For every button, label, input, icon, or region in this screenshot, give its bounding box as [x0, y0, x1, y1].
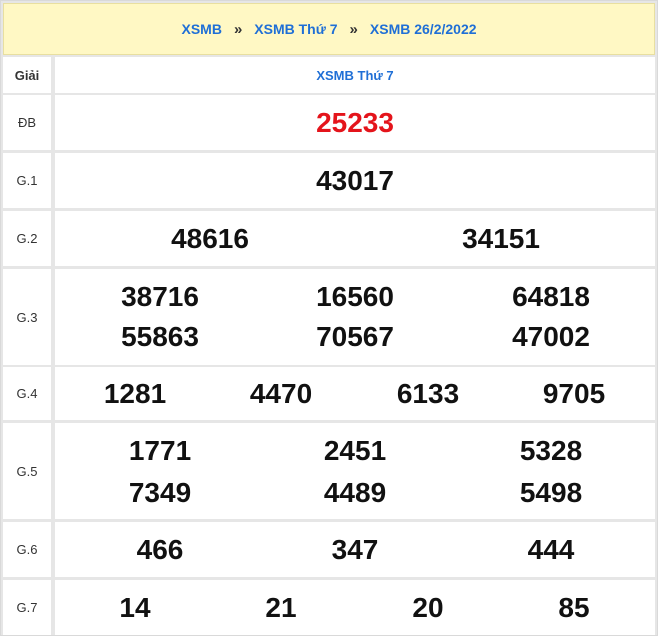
- prize-number: 4470: [249, 378, 313, 409]
- breadcrumb-link-xsmb-date[interactable]: XSMB 26/2/2022: [370, 21, 477, 37]
- prize-label-g6: G.6: [3, 522, 51, 577]
- breadcrumb-separator-icon: »: [233, 20, 243, 38]
- prize-number: 64818: [512, 281, 590, 312]
- prize-number: 14: [119, 592, 151, 623]
- prize-label-g7: G.7: [3, 580, 51, 635]
- table-header-row: Giải XSMB Thứ 7: [3, 57, 655, 93]
- prize-number: 2451: [323, 435, 387, 466]
- prize-number: 5498: [519, 477, 583, 508]
- breadcrumb-link-xsmb[interactable]: XSMB: [181, 21, 221, 37]
- prize-label-g2: G.2: [3, 211, 51, 266]
- prize-number: 16560: [316, 281, 394, 312]
- prize-label-g5: G.5: [3, 423, 51, 519]
- prize-number: 6133: [396, 378, 460, 409]
- prize-row-g2: G.2 48616 34151: [3, 211, 655, 266]
- prize-number: 444: [527, 534, 575, 565]
- prize-cell-g4: 1281 4470 6133 9705: [55, 367, 655, 420]
- prize-number-special: 25233: [316, 107, 394, 138]
- prize-number: 1281: [103, 378, 167, 409]
- prize-cell-g5: 1771 2451 5328 7349 4489 5498: [55, 423, 655, 519]
- prize-number: 48616: [171, 223, 249, 254]
- prize-row-g1: G.1 43017: [3, 153, 655, 208]
- prize-label-g1: G.1: [3, 153, 51, 208]
- prize-number: 4489: [323, 477, 387, 508]
- prize-number: 43017: [316, 165, 394, 196]
- prize-row-g5: G.5 1771 2451 5328 7349 4489 5498: [3, 423, 655, 519]
- prize-cell-g2: 48616 34151: [55, 211, 655, 266]
- prize-cell-g3: 38716 16560 64818 55863 70567 47002: [55, 269, 655, 365]
- prize-number: 5328: [519, 435, 583, 466]
- breadcrumb: XSMB » XSMB Thứ 7 » XSMB 26/2/2022: [3, 3, 655, 55]
- prize-label-g4: G.4: [3, 367, 51, 420]
- prize-cell-g7: 14 21 20 85: [55, 580, 655, 635]
- prize-row-g6: G.6 466 347 444: [3, 522, 655, 577]
- prize-cell-g6: 466 347 444: [55, 522, 655, 577]
- prize-number: 38716: [121, 281, 199, 312]
- prize-number: 1771: [128, 435, 192, 466]
- prize-number: 21: [265, 592, 297, 623]
- prize-row-g4: G.4 1281 4470 6133 9705: [3, 367, 655, 420]
- result-widget: XSMB » XSMB Thứ 7 » XSMB 26/2/2022 Giải …: [0, 0, 658, 636]
- prize-number: 85: [558, 592, 590, 623]
- breadcrumb-link-xsmb-thu-7[interactable]: XSMB Thứ 7: [254, 21, 337, 37]
- breadcrumb-separator-icon: »: [349, 20, 358, 38]
- prize-number: 7349: [128, 477, 192, 508]
- prize-row-db: ĐB 25233: [3, 95, 655, 150]
- prize-row-g3: G.3 38716 16560 64818 55863 70567 47002: [3, 269, 655, 365]
- prize-number: 20: [412, 592, 444, 623]
- prize-row-g7: G.7 14 21 20 85: [3, 580, 655, 635]
- prize-number: 9705: [542, 378, 606, 409]
- prize-number: 55863: [121, 321, 199, 352]
- prize-number: 70567: [316, 321, 394, 352]
- header-title: XSMB Thứ 7: [55, 57, 655, 93]
- prize-label-db: ĐB: [3, 95, 51, 150]
- prize-number: 466: [136, 534, 184, 565]
- prize-cell-db: 25233: [55, 95, 655, 150]
- prize-cell-g1: 43017: [55, 153, 655, 208]
- prize-number: 347: [331, 534, 379, 565]
- prize-label-g3: G.3: [3, 269, 51, 365]
- prize-number: 47002: [512, 321, 590, 352]
- prize-number: 34151: [462, 223, 540, 254]
- header-label-giai: Giải: [3, 57, 51, 93]
